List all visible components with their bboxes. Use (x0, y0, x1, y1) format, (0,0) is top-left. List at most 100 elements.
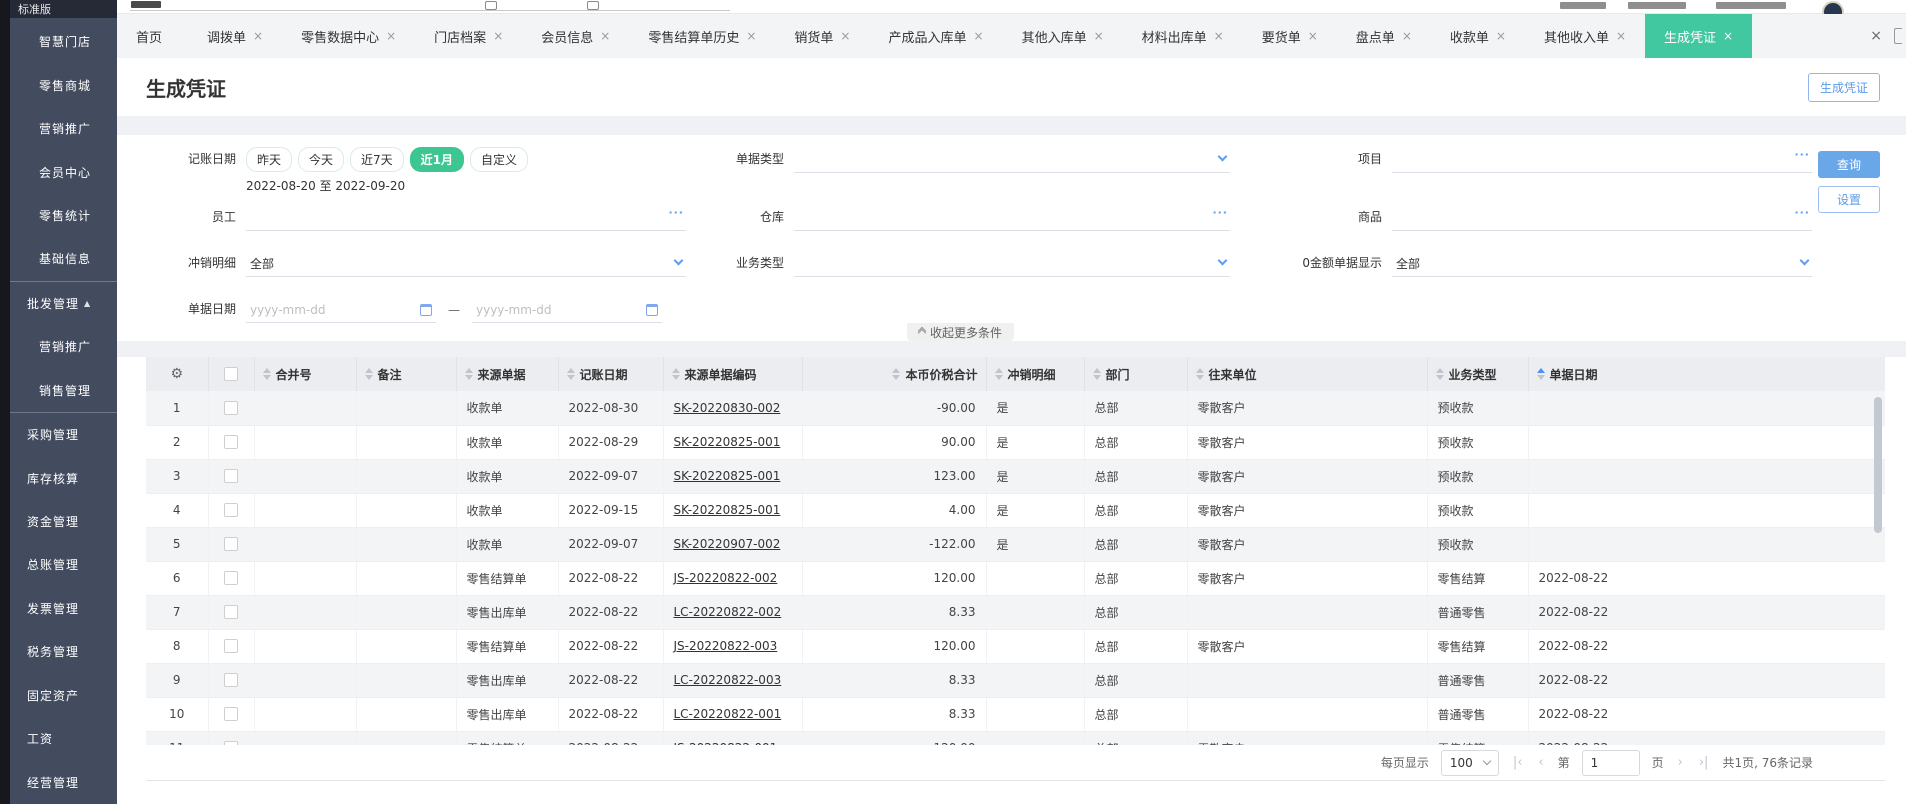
date-preset-pill[interactable]: 自定义 (470, 147, 529, 172)
employee-picker[interactable]: ··· (246, 205, 686, 231)
sort-carets-icon[interactable] (262, 368, 271, 380)
table-row[interactable]: 6 零售结算单 2022-08-22 JS-20220822-002 120.0… (146, 561, 1885, 596)
chevron-down-icon[interactable] (673, 255, 684, 266)
source-code-link[interactable]: LC-20220822-003 (674, 673, 782, 687)
sort-carets-icon[interactable] (1195, 368, 1204, 380)
source-code-link[interactable]: SK-20220825-001 (674, 469, 781, 483)
tab-close-icon[interactable]: × (1616, 29, 1626, 43)
tab[interactable]: 收款单 × (1431, 14, 1525, 58)
sidebar-item[interactable]: 基础信息 (10, 237, 117, 280)
table-row[interactable]: 2 收款单 2022-08-29 SK-20220825-001 90.00 是… (146, 425, 1885, 460)
select-all-checkbox[interactable] (224, 367, 238, 382)
tab[interactable]: 零售数据中心 × (282, 14, 415, 58)
prev-page-button[interactable]: ‹ (1536, 755, 1545, 770)
sidebar-item[interactable]: 资金管理 (10, 500, 117, 543)
tab-close-icon[interactable]: × (1308, 29, 1318, 43)
column-header[interactable]: 记账日期 (558, 357, 664, 391)
table-row[interactable]: 8 零售结算单 2022-08-22 JS-20220822-003 120.0… (146, 629, 1885, 664)
more-picker-icon[interactable]: ··· (1212, 206, 1228, 219)
page-number-input[interactable] (1581, 749, 1640, 776)
tab[interactable]: 要货单 × (1243, 14, 1337, 58)
row-checkbox[interactable] (224, 571, 238, 586)
message-icon[interactable] (1560, 2, 1606, 9)
app-icon[interactable] (587, 1, 599, 10)
calendar-icon[interactable] (646, 303, 658, 316)
row-checkbox[interactable] (224, 707, 238, 722)
collapse-more-filters-button[interactable]: 收起更多条件 (907, 323, 1015, 341)
column-header[interactable]: 往来单位 (1187, 357, 1428, 391)
source-code-link[interactable]: SK-20220830-002 (674, 401, 781, 415)
sidebar-item[interactable]: 采购管理 (10, 411, 117, 456)
tab-close-icon[interactable]: × (1402, 29, 1412, 43)
settings-icon[interactable] (485, 1, 497, 10)
account-menu-fragment[interactable] (1716, 2, 1786, 9)
tab[interactable]: 产成品入库单 × (869, 14, 1002, 58)
column-header[interactable]: 合并号 (254, 357, 357, 391)
tab-close-icon[interactable]: × (974, 29, 984, 43)
sort-carets-icon[interactable] (464, 368, 473, 380)
tab[interactable]: 门店档案 × (415, 14, 522, 58)
sidebar-item[interactable]: 库存核算 (10, 456, 117, 499)
sidebar-item[interactable]: 固定资产 (10, 674, 117, 717)
date-preset-pill[interactable]: 近7天 (350, 147, 404, 172)
more-picker-icon[interactable]: ··· (668, 206, 684, 219)
sort-carets-icon[interactable] (566, 368, 575, 380)
row-checkbox[interactable] (224, 605, 238, 620)
row-checkbox[interactable] (224, 639, 238, 654)
tab-close-icon[interactable]: × (386, 29, 396, 43)
chevron-down-icon[interactable] (1799, 255, 1810, 266)
close-all-tabs-icon[interactable]: × (1870, 28, 1882, 44)
sort-carets-icon[interactable] (1536, 368, 1545, 380)
zero-amount-select[interactable]: 全部 (1392, 251, 1812, 277)
sidebar-item[interactable]: 发票管理 (10, 587, 117, 630)
sidebar-item[interactable]: 经营管理 (10, 760, 117, 803)
tab[interactable]: 调拨单 × (188, 14, 282, 58)
sidebar-item[interactable]: 销售管理 (10, 369, 117, 412)
tab-close-icon[interactable]: × (600, 29, 610, 43)
tab[interactable]: 首页 (117, 14, 188, 58)
project-picker[interactable]: ··· (1392, 147, 1812, 173)
column-header[interactable]: 本币价税合计 (802, 357, 987, 391)
doc-date-end-input[interactable]: yyyy-mm-dd (472, 297, 662, 323)
source-code-link[interactable]: LC-20220822-001 (674, 707, 782, 721)
sort-carets-icon[interactable] (1435, 368, 1444, 380)
column-settings-header[interactable]: ⚙ (146, 357, 209, 391)
doc-date-start-input[interactable]: yyyy-mm-dd (246, 297, 436, 323)
generate-voucher-button[interactable]: 生成凭证 (1807, 72, 1880, 102)
table-row[interactable]: 1 收款单 2022-08-30 SK-20220830-002 -90.00 … (146, 391, 1885, 426)
tab-close-icon[interactable]: × (493, 29, 503, 43)
date-preset-pill[interactable]: 近1月 (409, 147, 465, 172)
sidebar-item[interactable]: 批发管理 ▲ (10, 280, 117, 325)
more-picker-icon[interactable]: ··· (1794, 148, 1810, 161)
column-header[interactable]: 备注 (356, 357, 457, 391)
source-code-link[interactable]: LC-20220822-002 (674, 605, 782, 619)
tab[interactable]: 其他入库单 × (1003, 14, 1123, 58)
per-page-select[interactable]: 100 (1440, 749, 1499, 776)
table-row[interactable]: 11 零售结算单 2022-08-22 JS-20220822-001 120.… (146, 731, 1885, 745)
tab[interactable]: 会员信息 × (522, 14, 629, 58)
first-page-button[interactable]: |‹ (1511, 755, 1525, 770)
search-button[interactable]: 查询 (1818, 151, 1880, 178)
more-picker-icon[interactable]: ··· (1794, 206, 1810, 219)
source-code-link[interactable]: JS-20220822-003 (674, 639, 778, 653)
gear-icon[interactable]: ⚙ (170, 366, 183, 382)
sidebar-item[interactable]: 智慧门店 (10, 20, 117, 63)
table-row[interactable]: 9 零售出库单 2022-08-22 LC-20220822-003 8.33 … (146, 663, 1885, 698)
sidebar-item[interactable]: 零售统计 (10, 194, 117, 237)
source-code-link[interactable]: JS-20220822-002 (674, 571, 778, 585)
tab[interactable]: 零售结算单历史 × (629, 14, 775, 58)
sidebar-item[interactable]: 总账管理 (10, 543, 117, 586)
global-search-input[interactable] (130, 10, 730, 11)
table-row[interactable]: 7 零售出库单 2022-08-22 LC-20220822-002 8.33 … (146, 595, 1885, 630)
tab-close-icon[interactable]: × (1723, 29, 1733, 43)
vertical-scrollbar-thumb[interactable] (1874, 397, 1882, 533)
row-checkbox[interactable] (224, 673, 238, 688)
row-checkbox[interactable] (224, 503, 238, 518)
sort-carets-icon[interactable] (892, 368, 901, 380)
source-code-link[interactable]: SK-20220907-002 (674, 537, 781, 551)
tab[interactable]: 其他收入单 × (1525, 14, 1645, 58)
chevron-down-icon[interactable] (1217, 151, 1228, 162)
table-row[interactable]: 10 零售出库单 2022-08-22 LC-20220822-001 8.33… (146, 697, 1885, 732)
help-center-icon[interactable] (1628, 2, 1686, 9)
row-checkbox[interactable] (224, 435, 238, 450)
